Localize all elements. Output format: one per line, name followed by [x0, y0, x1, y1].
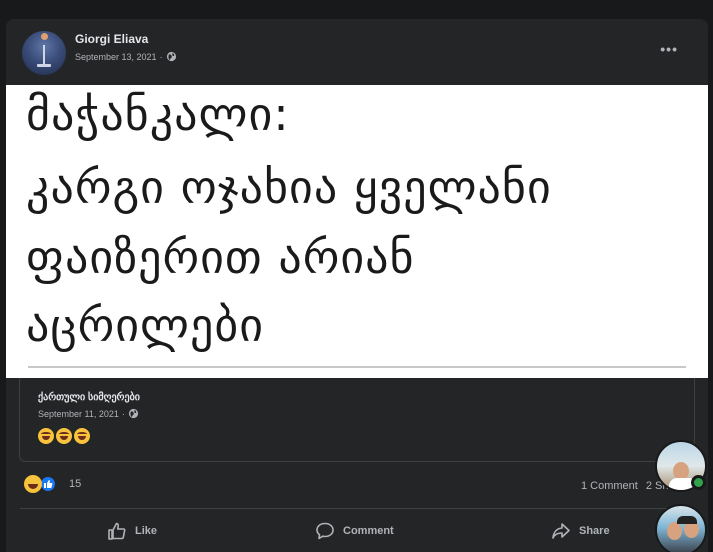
author-name[interactable]: Giorgi Eliava [75, 32, 148, 46]
image-text-line: აცრილები [26, 298, 264, 352]
shared-page-name[interactable]: ქართული სიმღერები [38, 392, 140, 403]
share-button[interactable]: Share [551, 521, 610, 541]
share-icon [552, 523, 570, 539]
thumbs-up-icon [108, 522, 126, 540]
post-date[interactable]: September 13, 2021 [75, 52, 157, 62]
comment-button[interactable]: Comment [315, 521, 394, 541]
comment-count-link[interactable]: 1 Comment [581, 480, 638, 492]
engagement-stats: 1 Comment 2 Sh [581, 480, 669, 492]
image-text-line: კარგი ოჯახია ყველანი [26, 160, 552, 214]
comment-icon [316, 522, 334, 540]
globe-icon [128, 408, 138, 419]
comment-label: Comment [343, 525, 394, 537]
shared-date[interactable]: September 11, 2021 [38, 409, 119, 419]
image-divider [28, 366, 686, 368]
image-text-line: ფაიზერით არიან [26, 230, 415, 284]
actions-divider [20, 508, 694, 509]
like-label: Like [135, 525, 158, 537]
post-card: Giorgi Eliava September 13, 2021 · ••• მ… [6, 19, 708, 552]
post-meta: September 13, 2021 · [75, 51, 177, 62]
laughing-emoji-icon [38, 428, 54, 444]
shared-post-box[interactable]: ქართული სიმღერები September 11, 2021 · [19, 378, 695, 462]
shared-meta: September 11, 2021 · [38, 408, 139, 419]
post-image[interactable]: მაჭანკალი: კარგი ოჯახია ყველანი ფაიზერით… [6, 85, 708, 378]
like-button[interactable]: Like [107, 521, 157, 541]
laughing-emoji-icon [56, 428, 72, 444]
laughing-emoji-icon [74, 428, 90, 444]
online-status-dot [691, 475, 706, 490]
more-options-button[interactable]: ••• [660, 41, 678, 57]
chat-head-contact[interactable] [655, 504, 707, 552]
reaction-count: 15 [69, 478, 82, 490]
globe-icon [166, 51, 176, 62]
post-header: Giorgi Eliava September 13, 2021 · ••• [6, 19, 708, 85]
meta-separator: · [121, 408, 125, 419]
image-text-line: მაჭანკალი: [26, 87, 290, 141]
shared-emoji-row [38, 428, 90, 444]
share-label: Share [579, 525, 610, 537]
author-avatar[interactable] [22, 31, 66, 75]
meta-separator: · [159, 51, 163, 62]
haha-icon [24, 475, 42, 493]
reactions-summary[interactable]: 15 [24, 475, 81, 493]
